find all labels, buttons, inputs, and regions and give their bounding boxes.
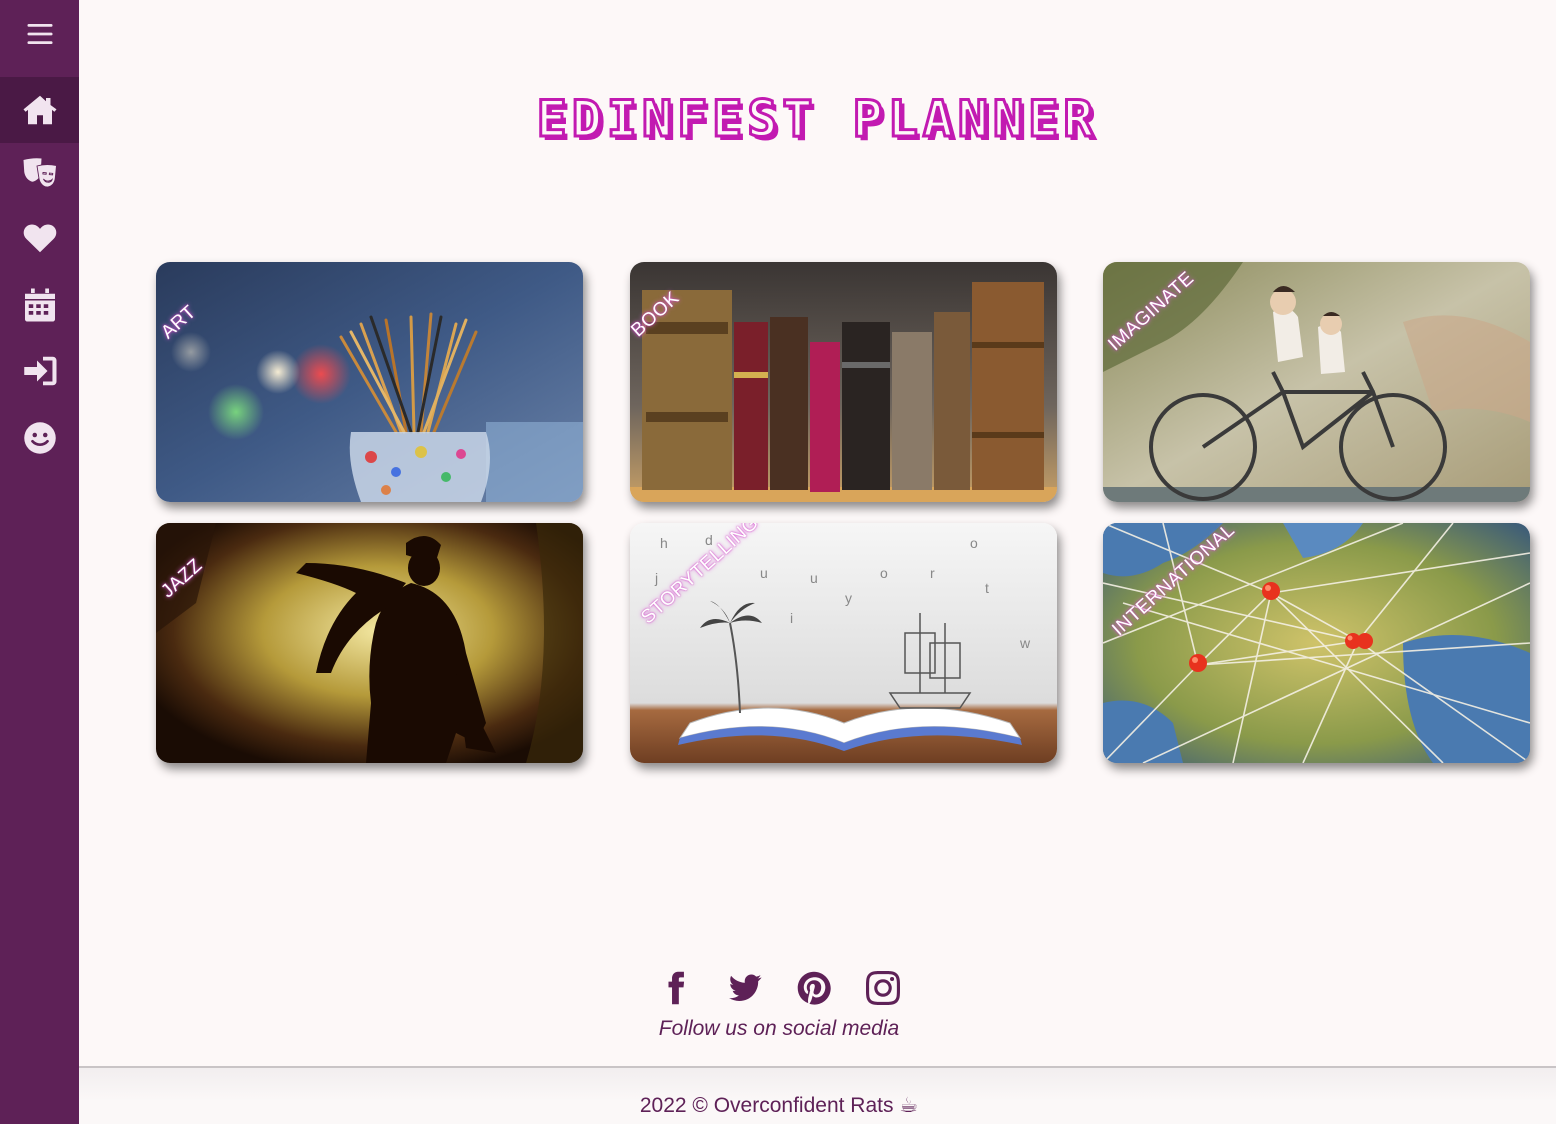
pinterest-link[interactable] bbox=[796, 970, 832, 1006]
old-books-image bbox=[630, 262, 1057, 502]
sidebar-item-favorites[interactable] bbox=[0, 205, 79, 271]
svg-text:r: r bbox=[930, 565, 935, 581]
heart-icon bbox=[23, 224, 56, 253]
svg-text:j: j bbox=[654, 570, 658, 586]
calendar-icon bbox=[24, 288, 55, 322]
page-title: EDINFEST PLANNER bbox=[535, 89, 1099, 150]
sidebar-item-events[interactable] bbox=[0, 139, 79, 205]
open-book-image: h du u o rotwjyi bbox=[630, 523, 1057, 763]
svg-text:o: o bbox=[880, 565, 888, 581]
instagram-link[interactable] bbox=[865, 970, 901, 1006]
home-icon bbox=[23, 95, 56, 125]
category-card-storytelling[interactable]: hduuorotwjyi STORYTELLING bbox=[630, 523, 1057, 763]
facebook-link[interactable] bbox=[658, 970, 694, 1006]
svg-text:u: u bbox=[810, 570, 818, 586]
sidebar-item-calendar[interactable] bbox=[0, 272, 79, 338]
category-card-jazz[interactable]: JAZZ bbox=[156, 523, 583, 763]
sidebar-item-login[interactable] bbox=[0, 338, 79, 404]
world-map-image bbox=[1103, 523, 1530, 763]
menu-button[interactable] bbox=[0, 2, 79, 66]
svg-text:y: y bbox=[845, 590, 852, 606]
svg-text:u: u bbox=[760, 565, 768, 581]
copyright-text: 2022 © Overconfident Rats ☕ bbox=[639, 1094, 919, 1117]
facebook-icon bbox=[668, 971, 685, 1005]
theater-masks-icon bbox=[23, 158, 57, 188]
twitter-link[interactable] bbox=[727, 970, 763, 1006]
svg-text:o: o bbox=[970, 535, 978, 551]
svg-text:t: t bbox=[985, 580, 989, 596]
category-card-international[interactable]: INTERNATIONAL bbox=[1103, 523, 1530, 763]
saxophone-silhouette-image bbox=[156, 523, 583, 763]
sidebar-item-profile[interactable] bbox=[0, 405, 79, 471]
svg-text:h: h bbox=[660, 535, 668, 551]
sidebar-item-home[interactable] bbox=[0, 77, 79, 143]
paint-brushes-image bbox=[156, 262, 583, 502]
sign-in-icon bbox=[23, 356, 56, 386]
svg-text:i: i bbox=[790, 610, 793, 626]
menu-icon bbox=[27, 24, 52, 44]
follow-text: Follow us on social media bbox=[658, 1017, 900, 1040]
sidebar bbox=[0, 0, 79, 1124]
category-card-imaginate[interactable]: IMAGINATE bbox=[1103, 262, 1530, 502]
category-card-art[interactable]: ART bbox=[156, 262, 583, 502]
pinterest-icon bbox=[797, 971, 831, 1005]
social-links bbox=[658, 970, 901, 1006]
twitter-icon bbox=[728, 974, 762, 1002]
svg-text:w: w bbox=[1019, 635, 1031, 651]
smile-icon bbox=[23, 422, 56, 454]
instagram-icon bbox=[866, 971, 900, 1005]
category-card-book[interactable]: BOOK bbox=[630, 262, 1057, 502]
